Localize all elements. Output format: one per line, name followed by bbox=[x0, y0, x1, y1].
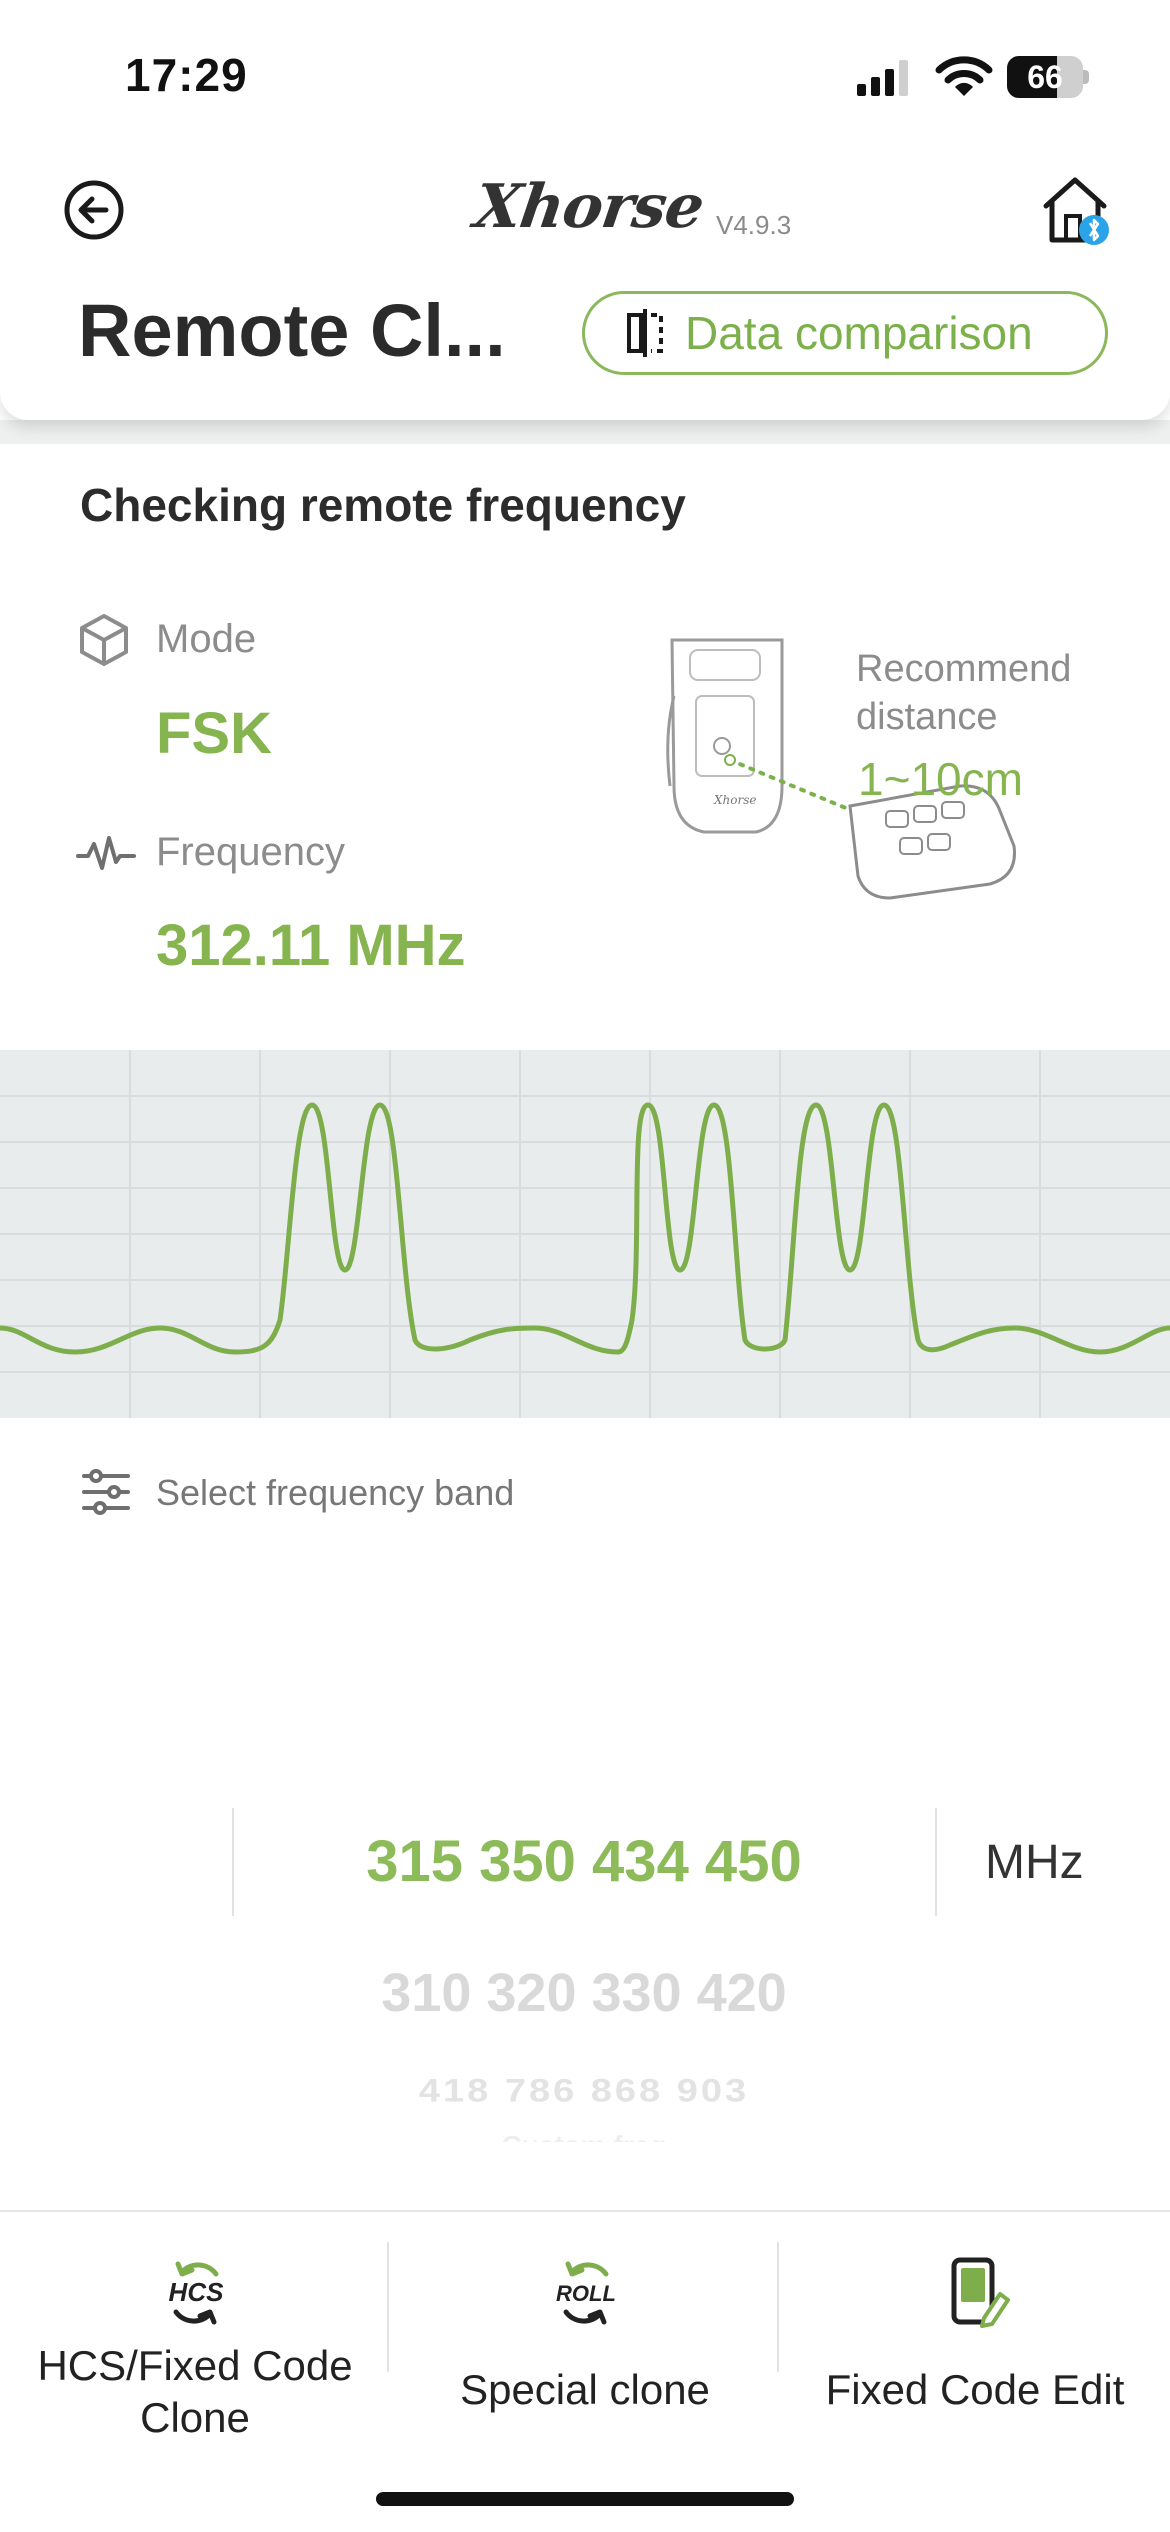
pulse-icon bbox=[76, 836, 136, 870]
data-comparison-button[interactable]: Data comparison bbox=[582, 291, 1108, 375]
toolbar-separator bbox=[777, 2242, 779, 2372]
band-option[interactable]: 418 786 868 903 bbox=[234, 2073, 934, 2110]
svg-text:Xhorse: Xhorse bbox=[713, 793, 757, 807]
select-band-label: Select frequency band bbox=[156, 1472, 515, 1513]
frequency-unit: MHz bbox=[985, 1836, 1084, 1889]
app-version: V4.9.3 bbox=[716, 210, 792, 240]
mode-label: Mode bbox=[156, 617, 257, 661]
roll-icon-text: ROLL bbox=[556, 2281, 616, 2306]
header-card: 17:29 66 Xhorse V4.9.3 Remote Cl... Data… bbox=[0, 0, 1170, 420]
fixed-code-edit-button[interactable]: Fixed Code Edit bbox=[780, 2212, 1170, 2442]
home-bluetooth-icon bbox=[1043, 177, 1109, 245]
page-title: Remote Cl... bbox=[78, 289, 506, 372]
recommend-distance-value: 1~10cm bbox=[858, 753, 1023, 805]
bottom-toolbar: HCS HCS/Fixed Code Clone ROLL Special cl… bbox=[0, 2210, 1170, 2532]
mode-value: FSK bbox=[156, 701, 272, 766]
band-option-selected[interactable]: 315 350 434 450 bbox=[234, 1828, 934, 1895]
edit-device-icon bbox=[951, 2257, 1010, 2328]
fixed-code-edit-label: Fixed Code Edit bbox=[825, 2366, 1125, 2413]
cellular-signal-icon bbox=[857, 60, 908, 96]
hcs-fixed-code-clone-button[interactable]: HCS HCS/Fixed Code Clone bbox=[0, 2212, 390, 2442]
status-time: 17:29 bbox=[125, 49, 248, 101]
roll-icon: ROLL bbox=[556, 2261, 616, 2325]
signal-waveform bbox=[0, 1050, 1170, 1418]
band-option[interactable]: Custom freq bbox=[234, 2130, 934, 2142]
frequency-value: 312.11 MHz bbox=[156, 913, 466, 978]
toolbar-separator bbox=[387, 2242, 389, 2372]
recommend-distance-label: Recommend distance bbox=[856, 648, 1072, 738]
special-clone-button[interactable]: ROLL Special clone bbox=[390, 2212, 780, 2442]
special-clone-label: Special clone bbox=[460, 2366, 710, 2413]
wifi-icon bbox=[935, 56, 993, 96]
band-option[interactable]: 310 320 330 420 bbox=[234, 1962, 934, 2024]
back-arrow-icon bbox=[64, 180, 124, 240]
section-heading: Checking remote frequency bbox=[80, 479, 686, 531]
data-comparison-label: Data comparison bbox=[685, 307, 1033, 359]
hcs-fixed-code-clone-label: HCS/Fixed Code Clone bbox=[37, 2342, 353, 2441]
sliders-icon bbox=[82, 1469, 130, 1515]
section-divider bbox=[0, 420, 1170, 444]
battery-level: 66 bbox=[1027, 59, 1063, 95]
hcs-icon: HCS bbox=[169, 2261, 225, 2325]
home-indicator bbox=[376, 2492, 794, 2506]
brand-logo: Xhorse bbox=[470, 172, 708, 242]
frequency-label: Frequency bbox=[156, 830, 345, 874]
cube-icon bbox=[80, 614, 128, 666]
hcs-icon-text: HCS bbox=[169, 2277, 225, 2307]
battery-icon: 66 bbox=[1007, 56, 1089, 98]
status-bar: 17:29 66 bbox=[0, 0, 1170, 150]
home-bluetooth-button[interactable] bbox=[1040, 172, 1110, 248]
picker-divider bbox=[935, 1808, 937, 1916]
data-compare-icon bbox=[627, 309, 663, 357]
back-button[interactable] bbox=[62, 178, 126, 242]
